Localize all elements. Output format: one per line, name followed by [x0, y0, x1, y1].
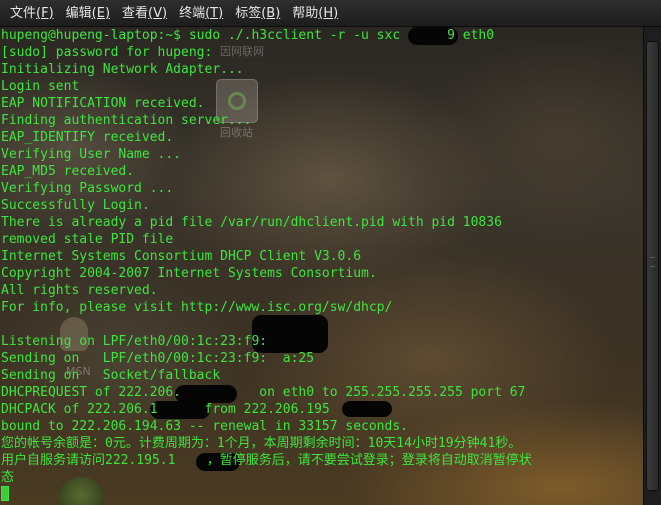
terminal-line: Copyright 2004-2007 Internet Systems Con…: [1, 266, 377, 281]
terminal-line: EAP NOTIFICATION received.: [1, 96, 205, 111]
menu-item-3[interactable]: 终端(T): [173, 0, 229, 27]
terminal-line: removed stale PID file: [1, 232, 174, 247]
scrollbar-thumb[interactable]: [646, 41, 659, 491]
terminal-line: All rights reserved.: [1, 283, 158, 298]
terminal-line: Successfully Login.: [1, 198, 150, 213]
terminal-line: Verifying User Name ...: [1, 147, 182, 162]
terminal-window: 文件(F) 编辑(E) 查看(V) 终端(T) 标签(B) 帮助(H) 因网联网 回收站 …: [0, 0, 661, 505]
terminal-line: [1, 486, 532, 503]
terminal-line: DHCPACK of 222.206.1 from 222.206.195: [1, 402, 330, 417]
terminal-line: Verifying Password ...: [1, 181, 174, 196]
terminal-line: Sending on Socket/fallback: [1, 368, 221, 383]
vertical-scrollbar[interactable]: [643, 27, 661, 505]
terminal-line: Initializing Network Adapter...: [1, 62, 244, 77]
terminal-line: Login sent: [1, 79, 80, 94]
terminal-line: hupeng@hupeng-laptop:~$ sudo ./.h3cclien…: [1, 28, 495, 43]
terminal-line: [sudo] password for hupeng:: [1, 45, 213, 60]
menu-item-5[interactable]: 帮助(H): [286, 0, 344, 27]
terminal-output: hupeng@hupeng-laptop:~$ sudo ./.h3cclien…: [1, 27, 532, 503]
terminal-line: 用户自服务请访问222.195.1 ，暂停服务后，请不要尝试登录；登录将自动取消…: [1, 453, 532, 468]
terminal-line: 您的帐号余额是：0元。计费周期为：1个月，本周期剩余时间：10天14小时19分钟…: [1, 436, 522, 451]
menu-item-label: 帮助: [292, 5, 319, 21]
menu-item-1[interactable]: 编辑(E): [60, 0, 116, 27]
menu-item-label: 查看: [122, 5, 149, 21]
terminal-line: For info, please visit http://www.isc.or…: [1, 300, 393, 315]
menu-item-label: 编辑: [65, 5, 92, 21]
menu-item-accelerator: (B): [261, 5, 281, 21]
menu-item-4[interactable]: 标签(B): [229, 0, 286, 27]
menu-item-0[interactable]: 文件(F): [4, 0, 60, 27]
menu-item-accelerator: (T): [205, 5, 224, 21]
terminal-line: Sending on LPF/eth0/00:1c:23:f9: a:25: [1, 351, 315, 366]
menu-item-label: 终端: [179, 5, 206, 21]
terminal-line: EAP_MD5 received.: [1, 164, 135, 179]
menu-item-label: 标签: [235, 5, 262, 21]
terminal-line: DHCPREQUEST of 222.206. on eth0 to 255.2…: [1, 385, 526, 400]
terminal-line: Finding authentication server...: [1, 113, 252, 128]
terminal-line: EAP_IDENTIFY received.: [1, 130, 174, 145]
menu-item-accelerator: (V): [148, 5, 168, 21]
menu-item-label: 文件: [10, 5, 37, 21]
menu-item-accelerator: (H): [318, 5, 339, 21]
menu-item-accelerator: (E): [91, 5, 111, 21]
menu-item-accelerator: (F): [36, 5, 54, 21]
terminal-line: Internet Systems Consortium DHCP Client …: [1, 249, 362, 264]
terminal-line: There is already a pid file /var/run/dhc…: [1, 215, 502, 230]
terminal-line: bound to 222.206.194.63 -- renewal in 33…: [1, 419, 408, 434]
terminal-area[interactable]: 因网联网 回收站 MSN hupeng@hupeng-laptop:~$ sud…: [0, 27, 643, 505]
terminal-line: Listening on LPF/eth0/00:1c:23:f9:: [1, 334, 268, 349]
terminal-line: 态: [1, 470, 15, 485]
menu-item-2[interactable]: 查看(V): [116, 0, 173, 27]
terminal-cursor: [1, 486, 9, 501]
menubar: 文件(F) 编辑(E) 查看(V) 终端(T) 标签(B) 帮助(H): [0, 0, 661, 27]
